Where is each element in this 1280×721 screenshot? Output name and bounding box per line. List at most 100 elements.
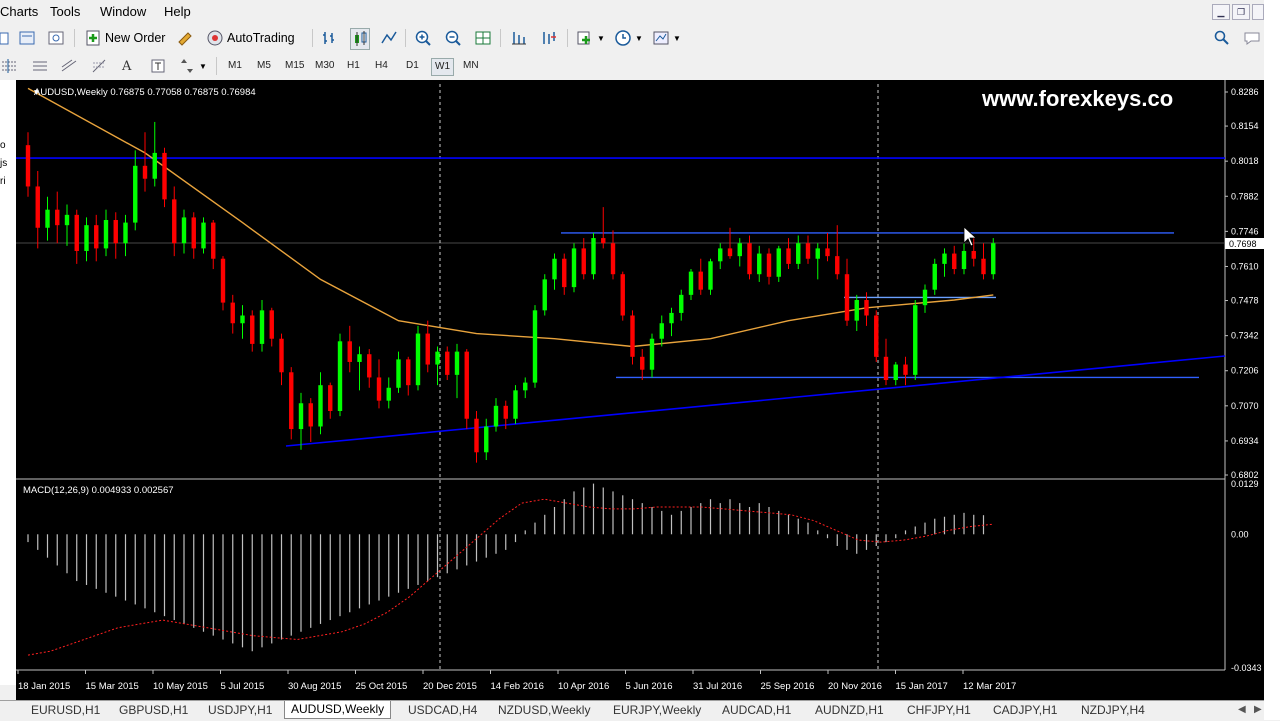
autotrading-label: AutoTrading [227,31,295,45]
search-button[interactable] [1213,28,1231,48]
bear-candle [269,310,274,339]
arrows-button[interactable]: ▼ [178,56,207,76]
autotrading-button[interactable]: AutoTrading [206,28,295,48]
bear-candle [445,351,450,375]
bar-chart-icon [323,32,334,44]
tab-scroll-right-icon[interactable]: ▶ [1254,704,1262,715]
bull-candle [854,300,859,321]
tab-usdcad-h4[interactable]: USDCAD,H4 [408,703,477,717]
bear-candle [474,418,479,453]
candlestick-button[interactable] [350,28,370,50]
bull-candle [591,238,596,275]
tab-eurusd-h1[interactable]: EURUSD,H1 [31,703,100,717]
price-tick-label: 0.7882 [1231,191,1259,201]
restore-icon[interactable]: ❐ [1232,4,1250,20]
horizontal-line-button[interactable] [31,56,49,76]
zoom-out-button[interactable] [444,28,462,48]
tab-cadjpy-h1[interactable]: CADJPY,H1 [993,703,1057,717]
text-button[interactable]: A [122,56,131,76]
line-chart-button[interactable] [380,28,398,48]
timeframe-mn[interactable]: MN [460,58,482,74]
text-label-button[interactable] [149,56,167,76]
bear-candle [250,315,255,344]
tab-nzdusd-weekly[interactable]: NZDUSD,Weekly [498,703,590,717]
navigator-fragment: o [0,140,6,151]
toolbar-separator [216,57,217,75]
bar-chart-button[interactable] [320,28,338,48]
new-order-button[interactable]: New Order [84,28,165,48]
bull-candle [201,222,206,249]
autoscroll-button[interactable] [540,28,558,48]
bull-candle [357,354,362,362]
menu-window[interactable]: Window [100,4,146,19]
new-chart-button[interactable] [0,28,18,48]
bear-candle [610,243,616,275]
chart-window[interactable]: 0.0129 0.00 -0.0343 0.8286 0.8154 0.8018 0.78… [16,80,1264,705]
bear-candle [230,302,235,324]
date-tick-label: 20 Nov 2016 [828,681,882,692]
channel-button[interactable] [60,56,78,76]
tab-usdjpy-h1[interactable]: USDJPY,H1 [208,703,272,717]
date-tick-label: 10 Apr 2016 [558,681,609,692]
bull-candle [942,253,947,264]
tab-audcad-h1[interactable]: AUDCAD,H1 [722,703,791,717]
tab-eurjpy-weekly[interactable]: EURJPY,Weekly [613,703,701,717]
zoom-in-button[interactable] [414,28,432,48]
tab-chfjpy-h1[interactable]: CHFJPY,H1 [907,703,971,717]
channel-icon [61,59,77,72]
bear-candle [825,248,830,257]
profiles-button[interactable] [18,28,36,48]
bear-candle [971,250,976,259]
chat-button[interactable] [1243,28,1261,48]
bull-candle [84,225,89,251]
tab-audnzd-h1[interactable]: AUDNZD,H1 [815,703,884,717]
timeframe-d1[interactable]: D1 [403,58,422,74]
close-icon[interactable] [1252,4,1264,20]
menu-charts[interactable]: Charts [0,4,38,19]
tile-windows-button[interactable] [474,28,492,48]
bear-candle [630,315,635,357]
chat-icon [1244,32,1260,45]
timeframe-w1[interactable]: W1 [431,58,454,76]
fibonacci-button[interactable] [90,56,108,76]
chart-canvas[interactable]: 0.0129 0.00 -0.0343 0.8286 0.8154 0.8018 0.78… [16,80,1264,705]
bear-candle [864,300,869,316]
bull-candle [757,253,762,275]
menu-help[interactable]: Help [164,4,191,19]
bear-candle [25,145,31,187]
indicators-button[interactable]: ▼ [576,28,605,48]
bear-candle [425,333,430,365]
profiles-icon [19,31,35,45]
date-tick-label: 15 Mar 2015 [86,681,139,692]
crosshair-button[interactable] [0,56,18,76]
new-order-icon [86,30,100,46]
bear-candle [844,274,850,321]
minimize-icon[interactable]: ▁ [1212,4,1230,20]
menu-tools[interactable]: Tools [50,4,80,19]
tab-gbpusd-h1[interactable]: GBPUSD,H1 [119,703,188,717]
bear-candle [903,364,908,375]
timeframe-m30[interactable]: M30 [312,58,337,74]
arrows-icon [181,59,193,73]
market-watch-button[interactable] [176,28,194,48]
bear-candle [805,243,811,259]
date-tick-label: 12 Mar 2017 [963,681,1016,692]
price-tick-label: 0.8018 [1231,156,1259,166]
timeframe-m15[interactable]: M15 [282,58,307,74]
periods-button[interactable]: ▼ [614,28,643,48]
data-window-button[interactable] [47,28,65,48]
bull-candle [103,220,109,249]
timeframe-m5[interactable]: M5 [254,58,274,74]
tab-audusd-weekly[interactable]: AUDUSD,Weekly [284,701,392,719]
bull-candle [649,338,655,370]
autoscroll-icon [543,32,556,44]
timeframe-m1[interactable]: M1 [225,58,245,74]
timeframe-h4[interactable]: H4 [372,58,391,74]
tab-nzdjpy-h4[interactable]: NZDJPY,H4 [1081,703,1145,717]
timeframe-h1[interactable]: H1 [344,58,363,74]
bear-candle [279,338,284,373]
chart-shift-button[interactable] [510,28,528,48]
tab-scroll-left-icon[interactable]: ◀ [1238,704,1246,715]
tile-windows-icon [475,31,491,45]
templates-button[interactable]: ▼ [652,28,681,48]
